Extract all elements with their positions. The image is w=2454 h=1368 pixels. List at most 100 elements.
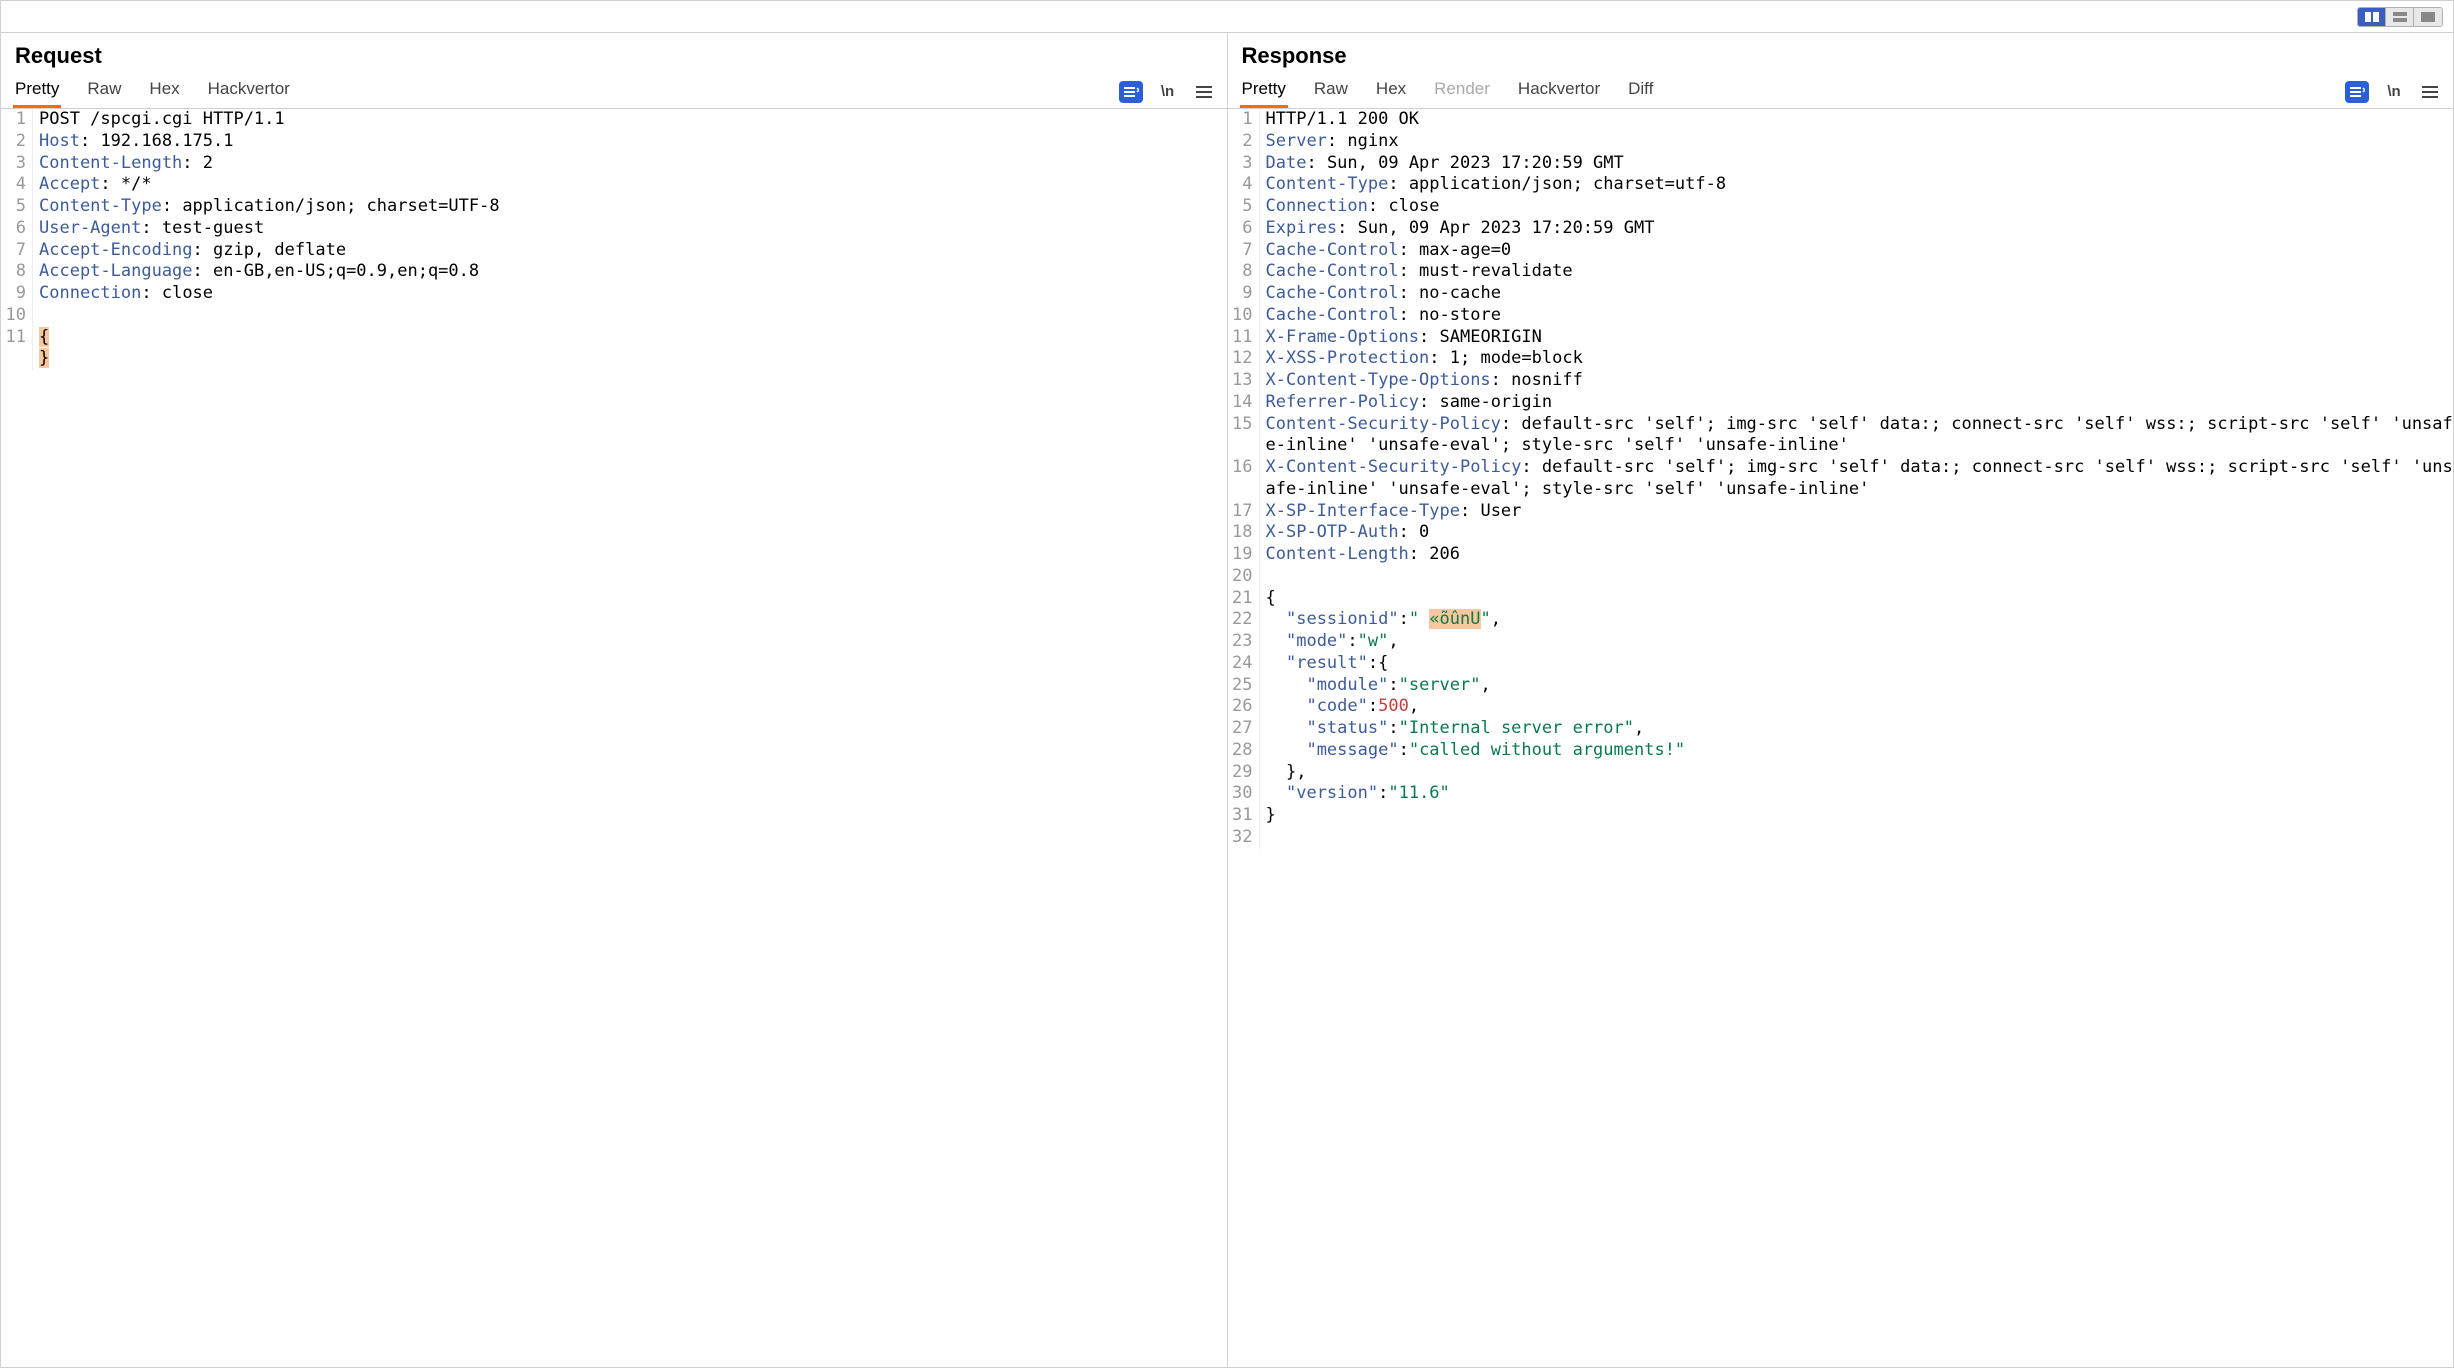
line-content[interactable]: HTTP/1.1 200 OK (1260, 109, 2454, 131)
code-line[interactable]: 10Cache-Control: no-store (1228, 305, 2454, 327)
code-line[interactable]: 4Accept: */* (1, 174, 1227, 196)
code-line[interactable]: 6User-Agent: test-guest (1, 218, 1227, 240)
line-content[interactable]: X-Content-Security-Policy: default-src '… (1260, 457, 2454, 501)
code-line[interactable]: 16X-Content-Security-Policy: default-src… (1228, 457, 2454, 501)
code-line[interactable]: 9Cache-Control: no-cache (1228, 283, 2454, 305)
tab-diff[interactable]: Diff (1626, 75, 1655, 108)
line-content[interactable]: "result":{ (1260, 653, 2454, 675)
code-line[interactable]: 8Cache-Control: must-revalidate (1228, 261, 2454, 283)
line-content[interactable]: X-Frame-Options: SAMEORIGIN (1260, 327, 2454, 349)
line-content[interactable]: Connection: close (33, 283, 1227, 305)
tab-hackvertor[interactable]: Hackvertor (1516, 75, 1602, 108)
line-content[interactable]: Accept: */* (33, 174, 1227, 196)
code-line[interactable]: 1POST /spcgi.cgi HTTP/1.1 (1, 109, 1227, 131)
line-content[interactable]: Cache-Control: no-store (1260, 305, 2454, 327)
line-content[interactable]: "status":"Internal server error", (1260, 718, 2454, 740)
line-content[interactable]: Cache-Control: no-cache (1260, 283, 2454, 305)
tab-hex[interactable]: Hex (1374, 75, 1408, 108)
line-content[interactable]: Content-Type: application/json; charset=… (33, 196, 1227, 218)
tab-pretty[interactable]: Pretty (1240, 75, 1288, 108)
response-code-area[interactable]: 1HTTP/1.1 200 OK2Server: nginx3Date: Sun… (1228, 109, 2454, 1367)
line-content[interactable]: POST /spcgi.cgi HTTP/1.1 (33, 109, 1227, 131)
line-content[interactable]: { (1260, 588, 2454, 610)
code-line[interactable]: 14Referrer-Policy: same-origin (1228, 392, 2454, 414)
line-content[interactable]: Date: Sun, 09 Apr 2023 17:20:59 GMT (1260, 153, 2454, 175)
code-line[interactable]: 29 }, (1228, 762, 2454, 784)
line-content[interactable]: Expires: Sun, 09 Apr 2023 17:20:59 GMT (1260, 218, 2454, 240)
line-content[interactable]: X-XSS-Protection: 1; mode=block (1260, 348, 2454, 370)
code-line[interactable]: 7Accept-Encoding: gzip, deflate (1, 240, 1227, 262)
code-line[interactable]: 10 (1, 305, 1227, 327)
code-line[interactable]: 20 (1228, 566, 2454, 588)
menu-icon[interactable] (1193, 81, 1215, 103)
code-line[interactable]: 28 "message":"called without arguments!" (1228, 740, 2454, 762)
line-content[interactable]: }, (1260, 762, 2454, 784)
code-line[interactable]: 17X-SP-Interface-Type: User (1228, 501, 2454, 523)
code-line[interactable]: 1HTTP/1.1 200 OK (1228, 109, 2454, 131)
line-content[interactable]: X-SP-Interface-Type: User (1260, 501, 2454, 523)
tab-hex[interactable]: Hex (147, 75, 181, 108)
line-content[interactable]: Content-Type: application/json; charset=… (1260, 174, 2454, 196)
code-line[interactable]: 12X-XSS-Protection: 1; mode=block (1228, 348, 2454, 370)
code-line[interactable]: 2Host: 192.168.175.1 (1, 131, 1227, 153)
code-line[interactable]: 25 "module":"server", (1228, 675, 2454, 697)
tab-raw[interactable]: Raw (1312, 75, 1350, 108)
code-line[interactable]: 23 "mode":"w", (1228, 631, 2454, 653)
code-line[interactable]: 6Expires: Sun, 09 Apr 2023 17:20:59 GMT (1228, 218, 2454, 240)
code-line[interactable]: 13X-Content-Type-Options: nosniff (1228, 370, 2454, 392)
code-line[interactable]: 3Content-Length: 2 (1, 153, 1227, 175)
line-content[interactable] (1260, 566, 2454, 588)
line-content[interactable]: "code":500, (1260, 696, 2454, 718)
line-content[interactable]: } (1260, 805, 2454, 827)
menu-icon[interactable] (2419, 81, 2441, 103)
tab-raw[interactable]: Raw (85, 75, 123, 108)
code-line[interactable]: 7Cache-Control: max-age=0 (1228, 240, 2454, 262)
line-content[interactable]: "version":"11.6" (1260, 783, 2454, 805)
code-line[interactable]: 21{ (1228, 588, 2454, 610)
layout-vertical-split-button[interactable] (2358, 8, 2386, 26)
line-content[interactable]: Content-Length: 2 (33, 153, 1227, 175)
layout-single-button[interactable] (2414, 8, 2442, 26)
request-code-area[interactable]: 1POST /spcgi.cgi HTTP/1.12Host: 192.168.… (1, 109, 1227, 1367)
actions-icon[interactable] (2345, 81, 2369, 103)
newline-toggle[interactable]: \n (1157, 81, 1179, 103)
code-line[interactable]: 19Content-Length: 206 (1228, 544, 2454, 566)
code-line[interactable]: 27 "status":"Internal server error", (1228, 718, 2454, 740)
line-content[interactable]: User-Agent: test-guest (33, 218, 1227, 240)
layout-horizontal-split-button[interactable] (2386, 8, 2414, 26)
line-content[interactable]: Referrer-Policy: same-origin (1260, 392, 2454, 414)
line-content[interactable]: "module":"server", (1260, 675, 2454, 697)
code-line[interactable]: 11{} (1, 327, 1227, 371)
actions-icon[interactable] (1119, 81, 1143, 103)
code-line[interactable]: 5Connection: close (1228, 196, 2454, 218)
code-line[interactable]: 18X-SP-OTP-Auth: 0 (1228, 522, 2454, 544)
code-line[interactable]: 9Connection: close (1, 283, 1227, 305)
line-content[interactable]: "sessionid":" «õûnU", (1260, 609, 2454, 631)
code-line[interactable]: 24 "result":{ (1228, 653, 2454, 675)
line-content[interactable] (1260, 827, 2454, 849)
line-content[interactable]: Accept-Language: en-GB,en-US;q=0.9,en;q=… (33, 261, 1227, 283)
code-line[interactable]: 26 "code":500, (1228, 696, 2454, 718)
line-content[interactable]: Server: nginx (1260, 131, 2454, 153)
line-content[interactable]: Host: 192.168.175.1 (33, 131, 1227, 153)
line-content[interactable]: Connection: close (1260, 196, 2454, 218)
line-content[interactable]: Cache-Control: max-age=0 (1260, 240, 2454, 262)
line-content[interactable]: X-SP-OTP-Auth: 0 (1260, 522, 2454, 544)
code-line[interactable]: 30 "version":"11.6" (1228, 783, 2454, 805)
tab-hackvertor[interactable]: Hackvertor (206, 75, 292, 108)
line-content[interactable]: {} (33, 327, 1227, 371)
code-line[interactable]: 5Content-Type: application/json; charset… (1, 196, 1227, 218)
line-content[interactable]: Content-Security-Policy: default-src 'se… (1260, 414, 2454, 458)
code-line[interactable]: 3Date: Sun, 09 Apr 2023 17:20:59 GMT (1228, 153, 2454, 175)
code-line[interactable]: 8Accept-Language: en-GB,en-US;q=0.9,en;q… (1, 261, 1227, 283)
line-content[interactable]: Accept-Encoding: gzip, deflate (33, 240, 1227, 262)
code-line[interactable]: 22 "sessionid":" «õûnU", (1228, 609, 2454, 631)
code-line[interactable]: 31} (1228, 805, 2454, 827)
code-line[interactable]: 4Content-Type: application/json; charset… (1228, 174, 2454, 196)
line-content[interactable]: "mode":"w", (1260, 631, 2454, 653)
line-content[interactable]: Cache-Control: must-revalidate (1260, 261, 2454, 283)
line-content[interactable]: Content-Length: 206 (1260, 544, 2454, 566)
line-content[interactable]: "message":"called without arguments!" (1260, 740, 2454, 762)
code-line[interactable]: 11X-Frame-Options: SAMEORIGIN (1228, 327, 2454, 349)
code-line[interactable]: 32 (1228, 827, 2454, 849)
